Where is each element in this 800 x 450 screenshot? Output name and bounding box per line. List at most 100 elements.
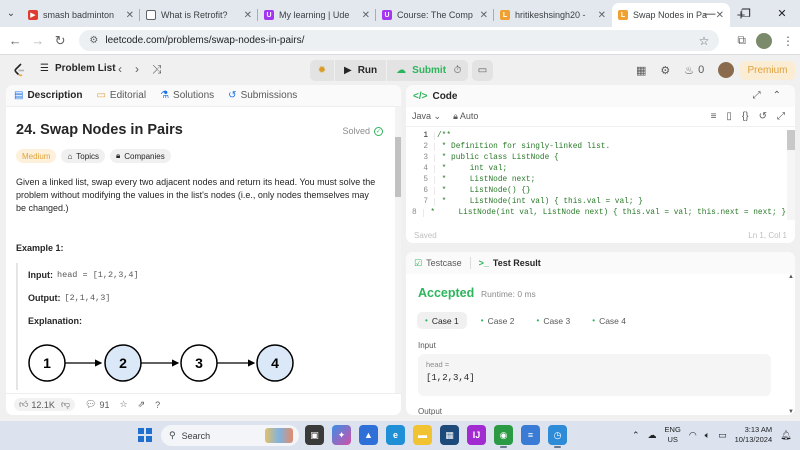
timer-icon[interactable]: ⏱ <box>447 60 468 81</box>
battery-icon[interactable]: ▭ <box>718 430 727 441</box>
edge-icon[interactable]: e <box>386 425 405 445</box>
clock[interactable]: 3:13 AM 10/13/2024 <box>735 425 773 445</box>
fullscreen-icon[interactable]: ⤢ <box>777 111 785 122</box>
forward-icon[interactable]: → <box>28 31 46 51</box>
leetcode-logo-icon[interactable] <box>13 63 27 77</box>
chrome-icon[interactable]: ◉ <box>494 425 513 448</box>
premium-button[interactable]: Premium <box>740 61 795 80</box>
case-tab-1[interactable]: • Case 1 <box>417 312 467 329</box>
extensions-icon[interactable]: ⧉ <box>737 33 746 48</box>
topics-badge[interactable]: ⌂ Topics <box>61 149 105 163</box>
debug-icon[interactable]: ✹ <box>310 60 334 81</box>
browser-tab-1[interactable]: ▶ smash badminton ✕ <box>22 3 140 27</box>
browser-tab-4[interactable]: U Course: The Comp ✕ <box>376 3 494 27</box>
profile-avatar[interactable] <box>755 32 772 49</box>
close-icon[interactable]: ✕ <box>126 10 134 21</box>
thumbs-down-icon[interactable]: 👎︎ <box>61 399 70 410</box>
browser-tab-5[interactable]: L hritikeshsingh20 - ✕ <box>494 3 612 27</box>
prev-problem-icon[interactable]: ‹ <box>118 62 122 77</box>
scroll-down-icon[interactable]: ▼ <box>788 409 794 415</box>
language-indicator[interactable]: ENG US <box>665 425 681 445</box>
close-icon[interactable]: ✕ <box>362 10 370 21</box>
help-icon[interactable]: ? <box>155 400 160 410</box>
companies-badge[interactable]: 🔒︎ Companies <box>109 149 171 163</box>
notification-bell-icon[interactable]: 🔔︎ <box>780 430 791 441</box>
problem-list-button[interactable]: ☰ Problem List <box>40 63 116 74</box>
file-explorer-icon[interactable]: ▬ <box>413 425 432 445</box>
bookmark-icon[interactable]: ▯ <box>726 111 732 122</box>
tab-search-icon[interactable]: ⌄ <box>4 6 18 20</box>
cloud-icon[interactable]: ☁ <box>648 430 657 441</box>
maximize-icon[interactable]: ❐ <box>728 0 764 27</box>
close-icon[interactable]: ✕ <box>598 10 606 21</box>
node-1: 1 <box>28 344 66 382</box>
browser-tab-2[interactable]: What is Retrofit? ✕ <box>140 3 258 27</box>
auto-mode-toggle[interactable]: 🔒︎ Auto <box>453 111 478 122</box>
editor-scrollbar[interactable] <box>787 130 795 220</box>
clock-app-icon[interactable]: ◷ <box>548 425 567 448</box>
language-select[interactable]: Java ⌄ <box>412 111 441 122</box>
tab-test-result[interactable]: >_ Test Result <box>479 258 541 268</box>
shuffle-icon[interactable]: ⤨ <box>152 62 162 77</box>
app-icon[interactable]: ▲ <box>359 425 378 445</box>
braces-icon[interactable]: {} <box>742 111 749 122</box>
window-controls: — ❐ ✕ <box>692 0 800 27</box>
chevron-up-icon[interactable]: ⌃ <box>632 430 640 441</box>
case-tab-4[interactable]: • Case 4 <box>584 312 634 329</box>
notes-icon[interactable]: ▭ <box>472 60 493 81</box>
close-window-icon[interactable]: ✕ <box>764 0 800 27</box>
problem-title[interactable]: 24. Swap Nodes in Pairs <box>16 122 385 138</box>
description-content: 24. Swap Nodes in Pairs Solved ✓ Medium … <box>6 107 395 393</box>
minimize-icon[interactable]: — <box>692 0 728 27</box>
terminal-icon: >_ <box>478 258 489 268</box>
windows-start-icon[interactable] <box>138 428 152 442</box>
speaker-icon[interactable]: 🔈︎ <box>705 430 710 441</box>
format-icon[interactable]: ≡ <box>711 111 717 122</box>
reset-icon[interactable]: ↺ <box>759 111 767 122</box>
user-avatar[interactable] <box>718 62 735 78</box>
case-tab-2[interactable]: • Case 2 <box>473 312 523 329</box>
wifi-icon[interactable]: ◠ <box>689 430 697 441</box>
code-editor[interactable]: 1/** 2 * Definition for singly-linked li… <box>406 130 786 220</box>
check-circle-icon: ✓ <box>374 126 383 136</box>
menu-icon[interactable]: ⋮ <box>782 34 794 48</box>
next-problem-icon[interactable]: › <box>135 62 139 77</box>
cloud-upload-icon: ☁ <box>396 65 407 76</box>
collapse-icon[interactable]: ⌃ <box>773 90 781 101</box>
streak-counter[interactable]: ♨ 0 <box>684 64 704 77</box>
task-view-icon[interactable]: ▣ <box>305 425 324 445</box>
list-icon: ☰ <box>40 63 49 74</box>
close-icon[interactable]: ✕ <box>480 10 488 21</box>
tab-solutions[interactable]: ⚗ Solutions <box>160 90 214 101</box>
address-bar-row: ← → ↻ ⚙ leetcode.com/problems/swap-nodes… <box>0 27 800 55</box>
comments-button[interactable]: 💬︎ 91 <box>85 399 109 410</box>
tab-testcase[interactable]: ☑ Testcase <box>414 258 462 269</box>
bookmark-star-icon[interactable]: ☆ <box>699 34 710 48</box>
store-icon[interactable]: ▦ <box>440 425 459 445</box>
result-scrollbar[interactable]: ▲ ▼ <box>787 274 795 415</box>
settings-gear-icon[interactable]: ⚙ <box>660 64 670 77</box>
intellij-icon[interactable]: IJ <box>467 425 486 445</box>
scroll-up-icon[interactable]: ▲ <box>788 274 794 280</box>
like-button[interactable]: 👍︎ 12.1K <box>19 399 55 410</box>
url-input[interactable]: ⚙ leetcode.com/problems/swap-nodes-in-pa… <box>79 30 720 51</box>
tab-editorial[interactable]: ▭ Editorial <box>96 90 146 101</box>
taskbar-search[interactable]: ⚲ Search <box>161 425 299 446</box>
back-icon[interactable]: ← <box>6 31 24 51</box>
favorite-star-icon[interactable]: ☆ <box>120 399 128 410</box>
browser-tab-3[interactable]: U My learning | Ude ✕ <box>258 3 376 27</box>
tab-description[interactable]: ▤ Description <box>14 90 82 101</box>
expand-icon[interactable]: ⤢ <box>753 90 761 101</box>
tab-submissions[interactable]: ↺ Submissions <box>228 90 297 101</box>
close-icon[interactable]: ✕ <box>244 10 252 21</box>
case-tab-3[interactable]: • Case 3 <box>529 312 579 329</box>
description-scrollbar[interactable] <box>395 107 401 393</box>
submit-button[interactable]: ☁ Submit <box>386 60 455 81</box>
share-icon[interactable]: ⇗ <box>138 399 146 410</box>
site-info-icon[interactable]: ⚙ <box>89 35 98 46</box>
layout-grid-icon[interactable]: ▦ <box>636 64 646 77</box>
copilot-icon[interactable]: ✦ <box>332 425 351 445</box>
notepad-icon[interactable]: ≡ <box>521 425 540 445</box>
run-button[interactable]: ▶ Run <box>334 60 386 81</box>
reload-icon[interactable]: ↻ <box>51 31 69 51</box>
